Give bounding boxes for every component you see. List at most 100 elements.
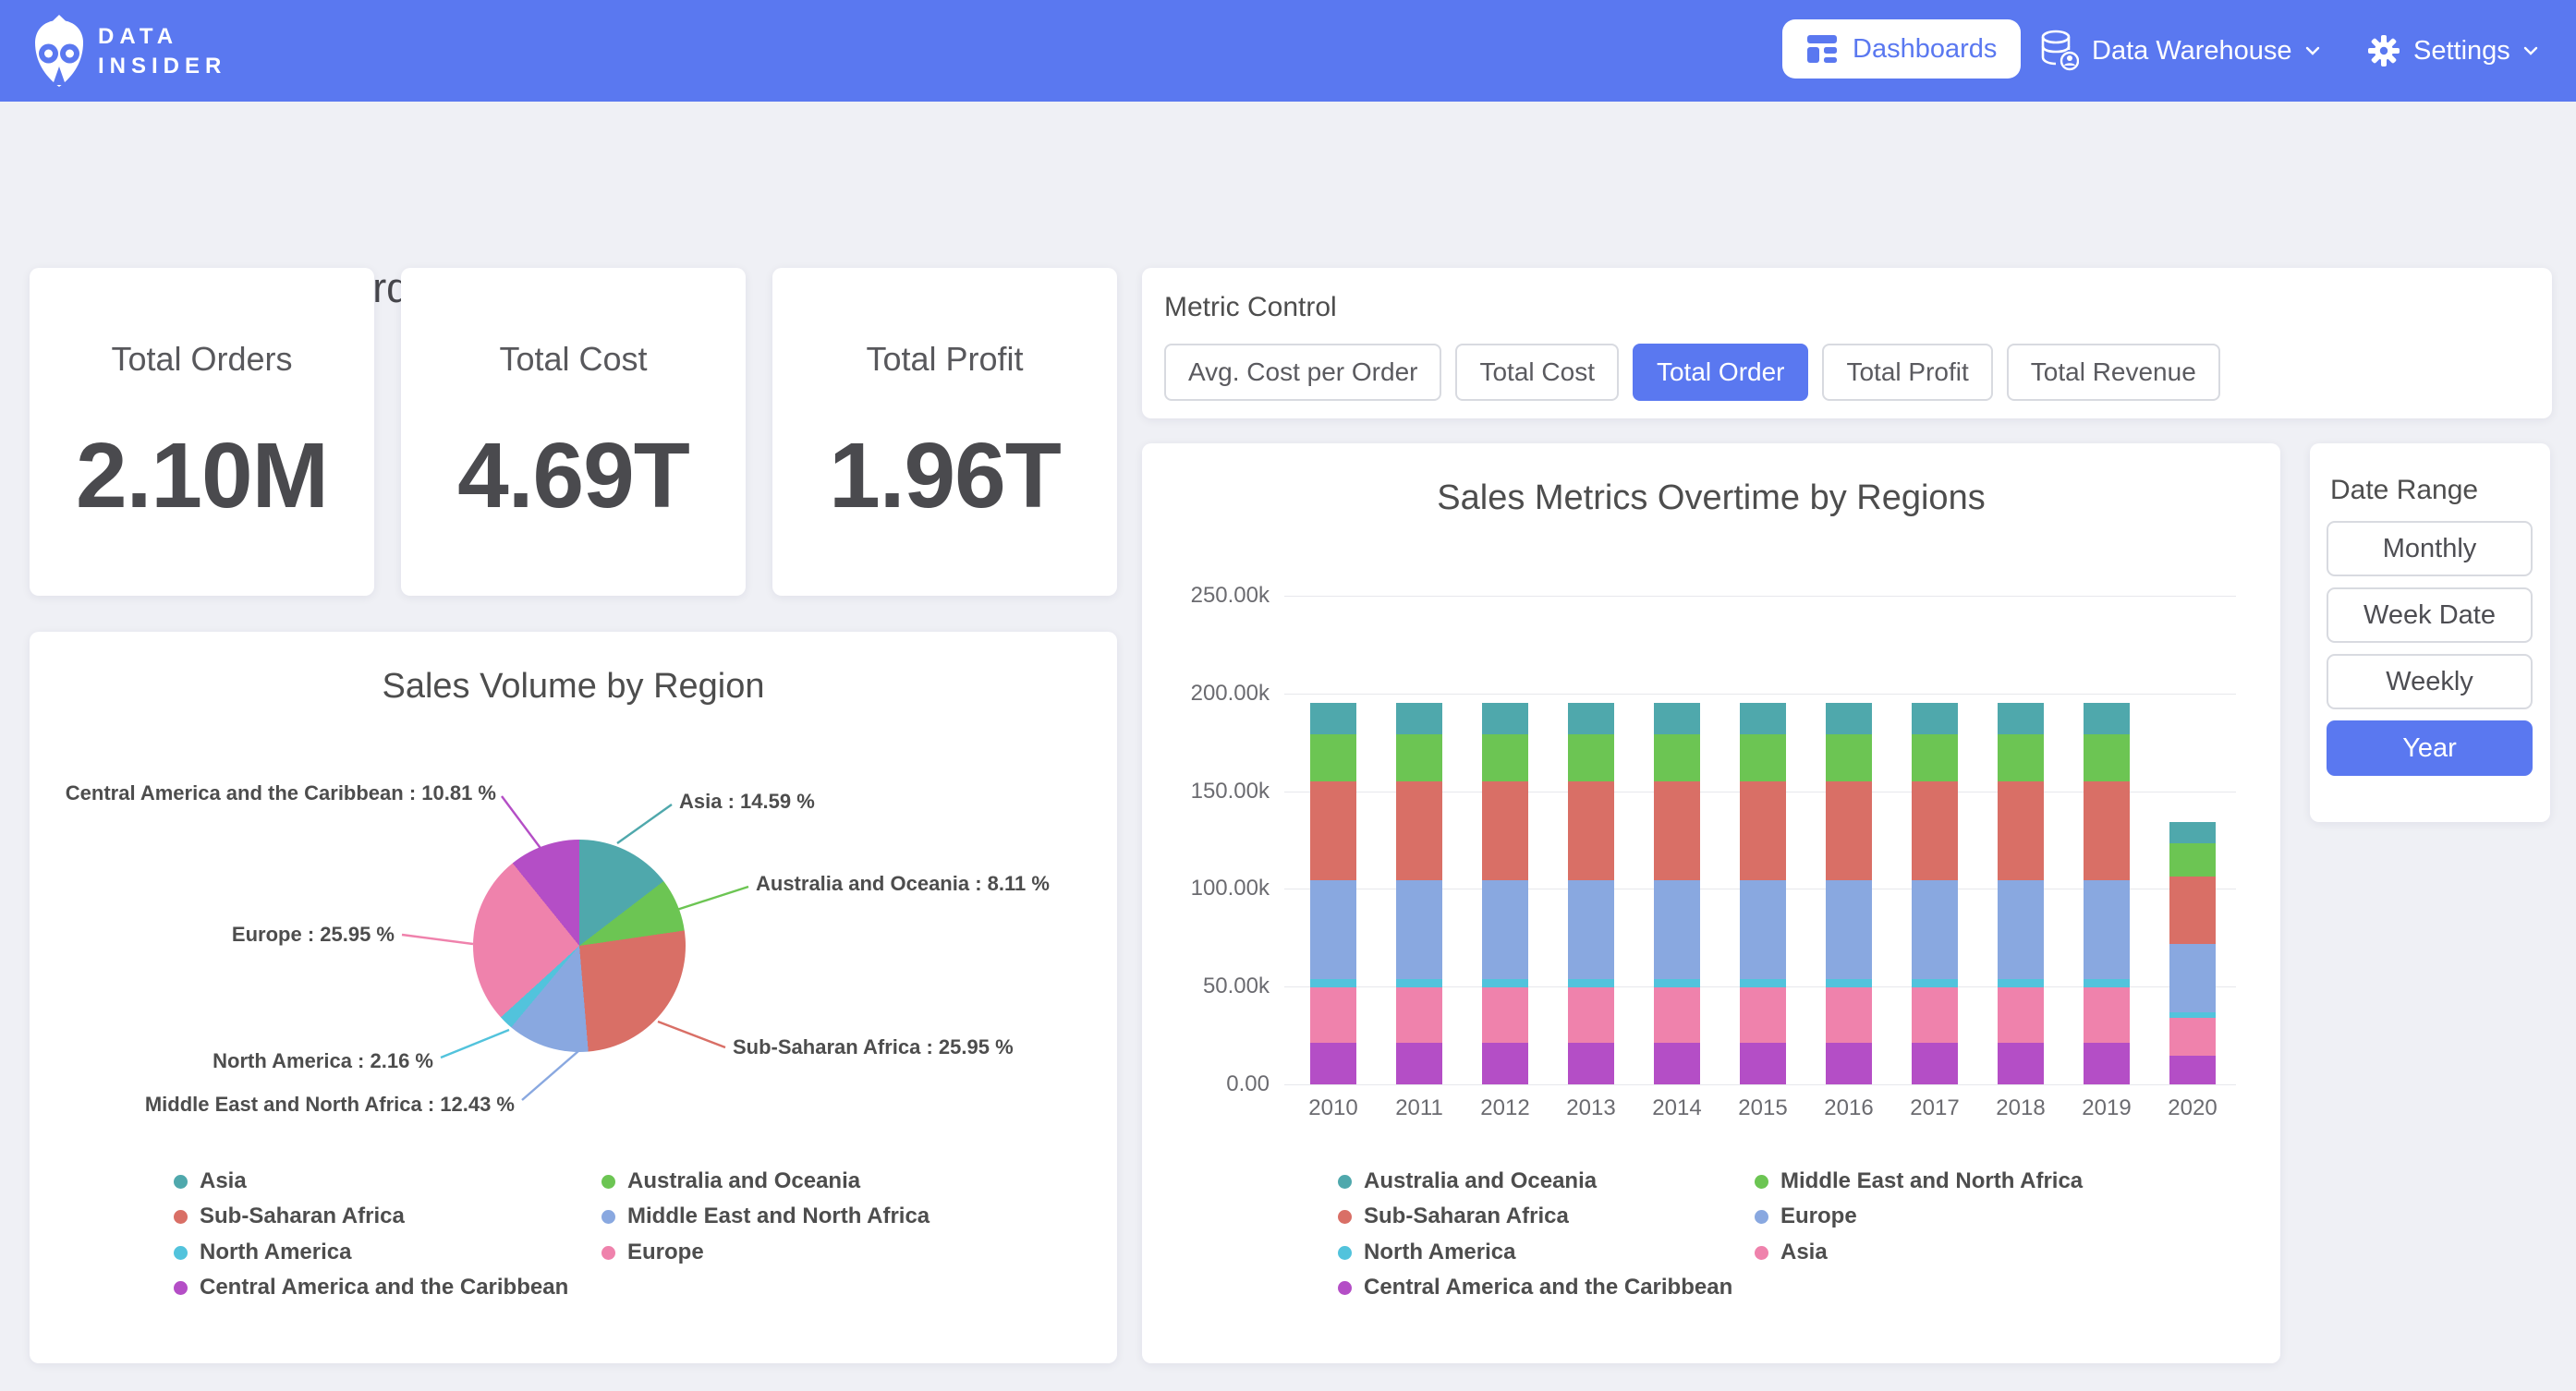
bar-segment-central-america-and-the-caribbean[interactable] [1568, 1043, 1614, 1084]
bar-segment-sub-saharan-africa[interactable] [1310, 781, 1356, 880]
bar-segment-middle-east-and-north-africa[interactable] [1740, 734, 1786, 781]
bar-segment-north-america[interactable] [1310, 979, 1356, 987]
bar-legend-item[interactable]: Middle East and North Africa [1755, 1168, 2083, 1194]
bar-2010[interactable] [1310, 596, 1356, 1084]
bar-segment-central-america-and-the-caribbean[interactable] [2169, 1056, 2216, 1084]
pie-legend-item[interactable]: Europe [601, 1240, 704, 1265]
bar-segment-middle-east-and-north-africa[interactable] [1310, 734, 1356, 781]
date-range-option-week-date[interactable]: Week Date [2327, 587, 2533, 643]
bar-segment-australia-and-oceania[interactable] [1912, 703, 1958, 733]
bar-segment-middle-east-and-north-africa[interactable] [2084, 734, 2130, 781]
bar-segment-australia-and-oceania[interactable] [1310, 703, 1356, 733]
bar-segment-asia[interactable] [2169, 1018, 2216, 1056]
bar-segment-central-america-and-the-caribbean[interactable] [1654, 1043, 1700, 1084]
bar-segment-north-america[interactable] [1998, 979, 2044, 987]
bar-segment-middle-east-and-north-africa[interactable] [1826, 734, 1872, 781]
bar-segment-central-america-and-the-caribbean[interactable] [1998, 1043, 2044, 1084]
pie-legend-item[interactable]: Central America and the Caribbean [174, 1275, 568, 1300]
bar-segment-sub-saharan-africa[interactable] [1740, 781, 1786, 880]
bar-legend-item[interactable]: Central America and the Caribbean [1338, 1275, 1732, 1300]
bar-segment-north-america[interactable] [1568, 979, 1614, 987]
bar-segment-middle-east-and-north-africa[interactable] [1654, 734, 1700, 781]
nav-settings-button[interactable]: Settings [2367, 0, 2538, 102]
bar-segment-middle-east-and-north-africa[interactable] [1568, 734, 1614, 781]
bar-segment-north-america[interactable] [1826, 979, 1872, 987]
bar-segment-asia[interactable] [1740, 987, 1786, 1043]
bar-segment-australia-and-oceania[interactable] [1998, 703, 2044, 733]
metric-option-total-order[interactable]: Total Order [1633, 344, 1809, 401]
bar-2014[interactable] [1654, 596, 1700, 1084]
bar-segment-asia[interactable] [1396, 987, 1442, 1043]
bar-segment-sub-saharan-africa[interactable] [1654, 781, 1700, 880]
bar-segment-middle-east-and-north-africa[interactable] [1998, 734, 2044, 781]
bar-segment-europe[interactable] [2084, 880, 2130, 979]
bar-segment-sub-saharan-africa[interactable] [2084, 781, 2130, 880]
bar-legend-item[interactable]: Asia [1755, 1240, 1828, 1265]
bar-segment-australia-and-oceania[interactable] [1654, 703, 1700, 733]
bar-segment-central-america-and-the-caribbean[interactable] [1740, 1043, 1786, 1084]
metric-option-total-profit[interactable]: Total Profit [1822, 344, 1992, 401]
bar-2013[interactable] [1568, 596, 1614, 1084]
bar-2019[interactable] [2084, 596, 2130, 1084]
bar-segment-north-america[interactable] [1740, 979, 1786, 987]
bar-legend-item[interactable]: Australia and Oceania [1338, 1168, 1597, 1194]
bar-segment-central-america-and-the-caribbean[interactable] [1826, 1043, 1872, 1084]
bar-2011[interactable] [1396, 596, 1442, 1084]
date-range-option-weekly[interactable]: Weekly [2327, 654, 2533, 709]
bar-2018[interactable] [1998, 596, 2044, 1084]
bar-segment-europe[interactable] [1740, 880, 1786, 979]
bar-segment-central-america-and-the-caribbean[interactable] [1310, 1043, 1356, 1084]
bar-2012[interactable] [1482, 596, 1528, 1084]
bar-segment-middle-east-and-north-africa[interactable] [1482, 734, 1528, 781]
bar-segment-europe[interactable] [1396, 880, 1442, 979]
bar-segment-asia[interactable] [2084, 987, 2130, 1043]
pie-legend-item[interactable]: Middle East and North Africa [601, 1204, 930, 1229]
bar-segment-central-america-and-the-caribbean[interactable] [1912, 1043, 1958, 1084]
nav-dashboards-button[interactable]: Dashboards [1782, 19, 2021, 79]
bar-segment-middle-east-and-north-africa[interactable] [1912, 734, 1958, 781]
bar-segment-europe[interactable] [1310, 880, 1356, 979]
date-range-option-year[interactable]: Year [2327, 720, 2533, 776]
bar-segment-europe[interactable] [1912, 880, 1958, 979]
bar-legend-item[interactable]: North America [1338, 1240, 1515, 1265]
bar-segment-central-america-and-the-caribbean[interactable] [2084, 1043, 2130, 1084]
pie-legend-item[interactable]: North America [174, 1240, 351, 1265]
bar-segment-north-america[interactable] [1482, 979, 1528, 987]
bar-segment-sub-saharan-africa[interactable] [1998, 781, 2044, 880]
bar-segment-australia-and-oceania[interactable] [1740, 703, 1786, 733]
bar-segment-australia-and-oceania[interactable] [1482, 703, 1528, 733]
bar-segment-sub-saharan-africa[interactable] [2169, 877, 2216, 945]
bar-segment-sub-saharan-africa[interactable] [1396, 781, 1442, 880]
bar-2017[interactable] [1912, 596, 1958, 1084]
bar-segment-asia[interactable] [1482, 987, 1528, 1043]
pie-legend-item[interactable]: Australia and Oceania [601, 1168, 860, 1194]
bar-segment-europe[interactable] [1998, 880, 2044, 979]
bar-segment-sub-saharan-africa[interactable] [1912, 781, 1958, 880]
bar-segment-north-america[interactable] [1396, 979, 1442, 987]
pie-chart[interactable] [473, 840, 686, 1052]
metric-option-total-revenue[interactable]: Total Revenue [2007, 344, 2220, 401]
bar-segment-australia-and-oceania[interactable] [1396, 703, 1442, 733]
bar-segment-asia[interactable] [1654, 987, 1700, 1043]
bar-segment-middle-east-and-north-africa[interactable] [2169, 843, 2216, 876]
bar-segment-australia-and-oceania[interactable] [1826, 703, 1872, 733]
pie-legend-item[interactable]: Sub-Saharan Africa [174, 1204, 405, 1229]
bar-legend-item[interactable]: Europe [1755, 1204, 1857, 1229]
bar-2016[interactable] [1826, 596, 1872, 1084]
bar-segment-asia[interactable] [1912, 987, 1958, 1043]
bar-segment-sub-saharan-africa[interactable] [1826, 781, 1872, 880]
nav-data-warehouse-button[interactable]: Data Warehouse [2040, 0, 2320, 102]
metric-option-total-cost[interactable]: Total Cost [1455, 344, 1619, 401]
date-range-option-monthly[interactable]: Monthly [2327, 521, 2533, 576]
bar-segment-central-america-and-the-caribbean[interactable] [1396, 1043, 1442, 1084]
pie-legend-item[interactable]: Asia [174, 1168, 247, 1194]
bar-segment-australia-and-oceania[interactable] [1568, 703, 1614, 733]
bar-segment-europe[interactable] [2169, 944, 2216, 1012]
bar-segment-australia-and-oceania[interactable] [2169, 822, 2216, 843]
bar-segment-sub-saharan-africa[interactable] [1482, 781, 1528, 880]
bar-segment-central-america-and-the-caribbean[interactable] [1482, 1043, 1528, 1084]
metric-option-avg-cost-per-order[interactable]: Avg. Cost per Order [1164, 344, 1441, 401]
bar-2015[interactable] [1740, 596, 1786, 1084]
bar-segment-europe[interactable] [1826, 880, 1872, 979]
bar-2020[interactable] [2169, 596, 2216, 1084]
